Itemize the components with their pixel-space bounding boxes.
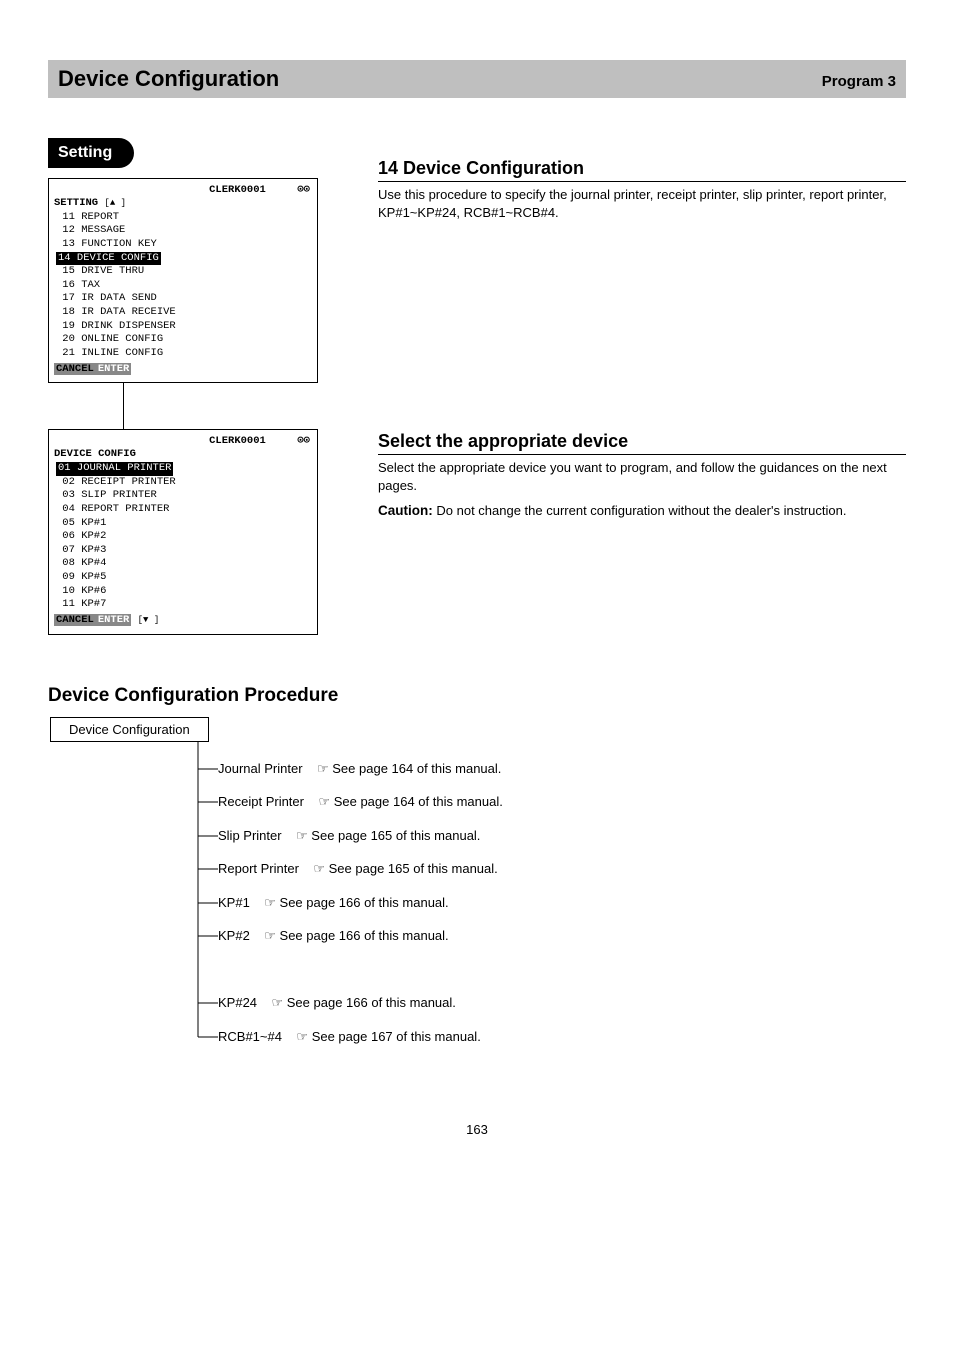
- menu-item[interactable]: 04 REPORT PRINTER: [54, 503, 196, 517]
- clerk-label: CLERK0001: [209, 184, 266, 196]
- menu-item[interactable]: 11 REPORT: [54, 211, 196, 225]
- menu-item[interactable]: 11 KP#7: [54, 598, 196, 612]
- menu-item[interactable]: 18 IR DATA RECEIVE: [54, 306, 196, 320]
- subheading-select-device: Select the appropriate device: [378, 431, 906, 455]
- menu-item[interactable]: 14 DEVICE CONFIG: [54, 252, 196, 266]
- flow-item-label: KP#2: [218, 928, 250, 943]
- menu-item[interactable]: 12 MESSAGE: [54, 224, 196, 238]
- flow-item-label: RCB#1~#4: [218, 1029, 282, 1044]
- flow-item-ref: ☞ See page 166 of this manual.: [272, 995, 456, 1010]
- flow-item-label: Slip Printer: [218, 828, 282, 843]
- flow-item: Receipt Printer ☞ See page 164 of this m…: [218, 785, 503, 819]
- clerk-label: CLERK0001: [209, 435, 266, 447]
- menu-item[interactable]: 02 RECEIPT PRINTER: [54, 476, 196, 490]
- flow-item: Slip Printer ☞ See page 165 of this manu…: [218, 819, 503, 853]
- flow-diagram: Device Configuration: [48, 717, 906, 1062]
- flow-item-ref: ☞ See page 166 of this manual.: [264, 928, 448, 943]
- cancel-button[interactable]: CANCEL: [54, 363, 96, 375]
- flow-item: [218, 953, 503, 987]
- menu-item[interactable]: 07 KP#3: [54, 544, 196, 558]
- section-sub: Program 3: [822, 73, 896, 90]
- body-text: Use this procedure to specify the journa…: [378, 186, 906, 221]
- enter-button[interactable]: ENTER: [96, 363, 132, 375]
- setting-tab: Setting: [48, 138, 134, 168]
- caution-text: Do not change the current configuration …: [436, 503, 846, 518]
- menu-item[interactable]: 13 FUNCTION KEY: [54, 238, 196, 252]
- menu-item[interactable]: 09 KP#5: [54, 571, 196, 585]
- cancel-button[interactable]: CANCEL: [54, 614, 96, 626]
- section-title: Device Configuration: [58, 66, 279, 92]
- indicator: ⊙⊙: [297, 434, 310, 446]
- flow-item-ref: ☞ See page 164 of this manual.: [317, 761, 501, 776]
- flow-item-ref: ☞ See page 165 of this manual.: [296, 828, 480, 843]
- flow-item-ref: ☞ See page 166 of this manual.: [264, 895, 448, 910]
- menu-item[interactable]: 01 JOURNAL PRINTER: [54, 462, 196, 476]
- flow-item: Report Printer ☞ See page 165 of this ma…: [218, 852, 503, 886]
- up-arrow-icon: [▲ ]: [104, 198, 126, 208]
- menu-item[interactable]: 10 KP#6: [54, 585, 196, 599]
- flow-item: RCB#1~#4 ☞ See page 167 of this manual.: [218, 1020, 503, 1054]
- body-text: Select the appropriate device you want t…: [378, 459, 906, 494]
- connector-line: [123, 383, 348, 429]
- flow-item: KP#2 ☞ See page 166 of this manual.: [218, 919, 503, 953]
- procedure-title: Device Configuration Procedure: [48, 685, 906, 707]
- menu-item[interactable]: 03 SLIP PRINTER: [54, 489, 196, 503]
- menu-item[interactable]: 06 KP#2: [54, 530, 196, 544]
- flow-item-label: KP#1: [218, 895, 250, 910]
- screen-device-config: CLERK0001 ⊙⊙ DEVICE CONFIG 01 JOURNAL PR…: [48, 429, 318, 634]
- menu-item[interactable]: 15 DRIVE THRU: [54, 265, 196, 279]
- menu-item[interactable]: 17 IR DATA SEND: [54, 292, 196, 306]
- section-header: Device Configuration Program 3: [48, 60, 906, 98]
- flow-item-ref: ☞ See page 167 of this manual.: [296, 1029, 480, 1044]
- menu-item[interactable]: 19 DRINK DISPENSER: [54, 320, 196, 334]
- subheading-device-config: 14 Device Configuration: [378, 158, 906, 182]
- flow-item-ref: ☞ See page 165 of this manual.: [313, 861, 497, 876]
- menu-item[interactable]: 16 TAX: [54, 279, 196, 293]
- flow-item: KP#24 ☞ See page 166 of this manual.: [218, 986, 503, 1020]
- menu-item[interactable]: 20 ONLINE CONFIG: [54, 333, 196, 347]
- enter-button[interactable]: ENTER: [96, 614, 132, 626]
- flow-item-ref: ☞ See page 164 of this manual.: [318, 794, 502, 809]
- menu-item[interactable]: 05 KP#1: [54, 517, 196, 531]
- menu-item[interactable]: 08 KP#4: [54, 557, 196, 571]
- flow-item: Journal Printer ☞ See page 164 of this m…: [218, 752, 503, 786]
- menu-item[interactable]: 21 INLINE CONFIG: [54, 347, 196, 361]
- flow-item-label: Report Printer: [218, 861, 299, 876]
- flow-item-label: Journal Printer: [218, 761, 303, 776]
- flow-item: KP#1 ☞ See page 166 of this manual.: [218, 886, 503, 920]
- caution-label: Caution:: [378, 503, 433, 518]
- menu-title: SETTING: [54, 197, 98, 211]
- page: Device Configuration Program 3 Setting C…: [0, 60, 954, 1137]
- indicator: ⊙⊙: [297, 183, 310, 195]
- flow-item-label: Receipt Printer: [218, 794, 304, 809]
- page-number: 163: [0, 1122, 954, 1137]
- down-arrow-icon: [▼ ]: [138, 615, 160, 625]
- menu-title: DEVICE CONFIG: [54, 448, 136, 462]
- flow-root: Device Configuration: [50, 717, 209, 742]
- flow-item-label: KP#24: [218, 995, 257, 1010]
- screen-setting: CLERK0001 ⊙⊙ SETTING [▲ ] 11 REPORT 12 M…: [48, 178, 318, 383]
